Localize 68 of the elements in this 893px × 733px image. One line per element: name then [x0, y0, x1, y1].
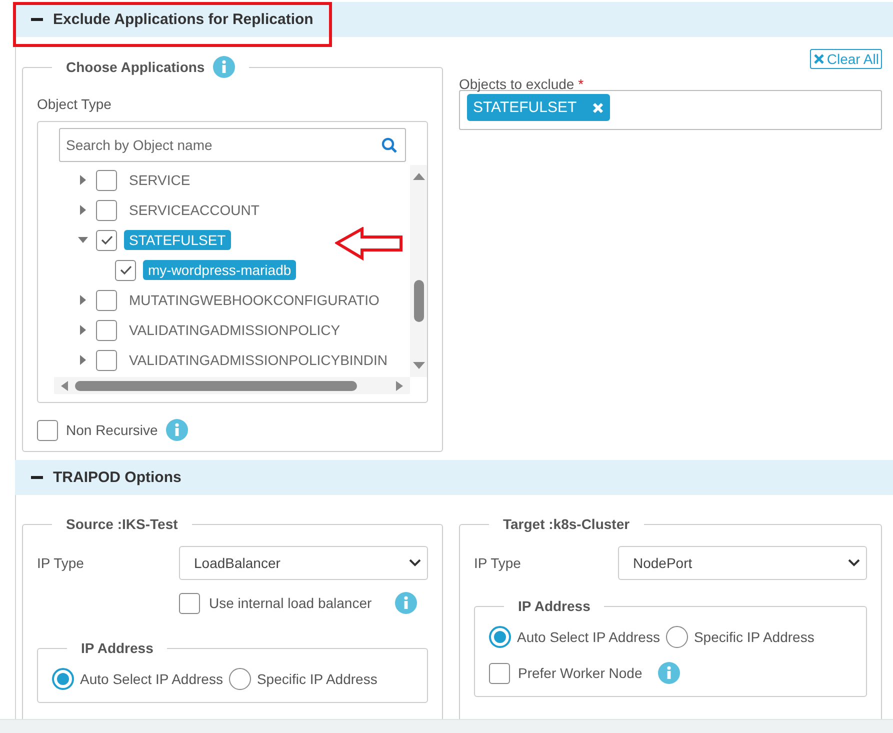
tree-item-label[interactable]: SERVICEACCOUNT: [124, 200, 264, 220]
radio-label[interactable]: Specific IP Address: [256, 671, 378, 687]
fieldset-legend: Source :IKS-Test: [66, 516, 178, 532]
checkbox[interactable]: [179, 592, 200, 614]
checkbox[interactable]: [489, 662, 510, 684]
tree-item-label[interactable]: my-wordpress-mariadb: [143, 260, 296, 280]
section-header[interactable]: Exclude Applications for Replication: [15, 2, 893, 37]
tree-item-label[interactable]: MUTATINGWEBHOOKCONFIGURATIO: [124, 290, 384, 310]
ip-type-dropdown[interactable]: LoadBalancer: [179, 546, 428, 580]
tree-item-label[interactable]: STATEFULSET: [124, 230, 231, 250]
field-label: Object Type: [37, 96, 112, 112]
info-icon[interactable]: [212, 56, 235, 78]
fieldset-legend: IP Address: [518, 598, 590, 614]
search-icon[interactable]: [381, 137, 397, 153]
radio-label[interactable]: Auto Select IP Address: [80, 671, 223, 687]
checkbox[interactable]: [96, 350, 117, 370]
checkbox[interactable]: [96, 230, 117, 250]
radio-button[interactable]: [228, 668, 251, 690]
checkbox[interactable]: [115, 260, 136, 280]
fieldset-legend: IP Address: [81, 640, 154, 656]
checkbox-label: Non Recursive: [66, 422, 158, 438]
ip-type-dropdown[interactable]: NodePort: [618, 546, 867, 580]
expand-caret-icon[interactable]: [78, 203, 88, 217]
info-icon[interactable]: [394, 592, 417, 614]
tree-item-label[interactable]: SERVICE: [124, 170, 196, 190]
scrollbar-thumb[interactable]: [414, 280, 424, 322]
tag-chip[interactable]: STATEFULSET: [467, 94, 610, 121]
chevron-down-icon[interactable]: [409, 559, 421, 567]
fieldset-legend: Choose Applications: [66, 59, 205, 75]
checkmark-icon[interactable]: [118, 264, 132, 276]
checkbox[interactable]: [96, 170, 117, 190]
expand-caret-icon[interactable]: [78, 173, 88, 187]
radio-button[interactable]: [666, 626, 688, 648]
remove-icon[interactable]: [592, 102, 604, 114]
section-header[interactable]: TRAIPOD Options: [15, 460, 893, 495]
chevron-down-icon[interactable]: [848, 559, 860, 567]
checkbox[interactable]: [96, 320, 117, 340]
tree-item-label[interactable]: VALIDATINGADMISSIONPOLICY: [124, 320, 346, 340]
checkbox-label: Prefer Worker Node: [518, 665, 642, 681]
field-label: Objects to exclude: [459, 76, 574, 92]
checkbox-label: Use internal load balancer: [209, 595, 372, 611]
tree-item-label[interactable]: VALIDATINGADMISSIONPOLICYBINDIN: [124, 350, 393, 370]
fieldset-legend: Target :k8s-Cluster: [503, 516, 630, 532]
expand-caret-icon[interactable]: [78, 353, 88, 367]
radio-button[interactable]: [52, 668, 74, 690]
field-label: IP Type: [37, 555, 84, 571]
clear-all-button[interactable]: Clear All: [810, 49, 882, 69]
close-icon[interactable]: [812, 53, 825, 65]
checkbox[interactable]: [96, 200, 117, 220]
scroll-right-icon[interactable]: [395, 380, 404, 390]
expand-caret-icon[interactable]: [78, 293, 88, 307]
radio-label[interactable]: Auto Select IP Address: [517, 629, 660, 645]
field-label: IP Type: [474, 555, 521, 571]
scroll-up-icon[interactable]: [412, 171, 424, 181]
scroll-down-icon[interactable]: [412, 361, 424, 371]
info-icon[interactable]: [658, 662, 680, 684]
checkbox[interactable]: [37, 420, 58, 440]
horizontal-scrollbar[interactable]: [54, 377, 410, 394]
radio-button[interactable]: [489, 626, 511, 648]
expand-caret-icon[interactable]: [78, 323, 88, 337]
required-mark: *: [578, 76, 584, 92]
scroll-left-icon[interactable]: [60, 380, 69, 390]
radio-label[interactable]: Specific IP Address: [694, 629, 814, 645]
checkbox[interactable]: [96, 290, 117, 310]
info-icon[interactable]: [166, 419, 188, 441]
checkmark-icon[interactable]: [100, 234, 114, 246]
search-field[interactable]: Search by Object name: [59, 128, 406, 162]
scrollbar-thumb[interactable]: [75, 380, 357, 390]
